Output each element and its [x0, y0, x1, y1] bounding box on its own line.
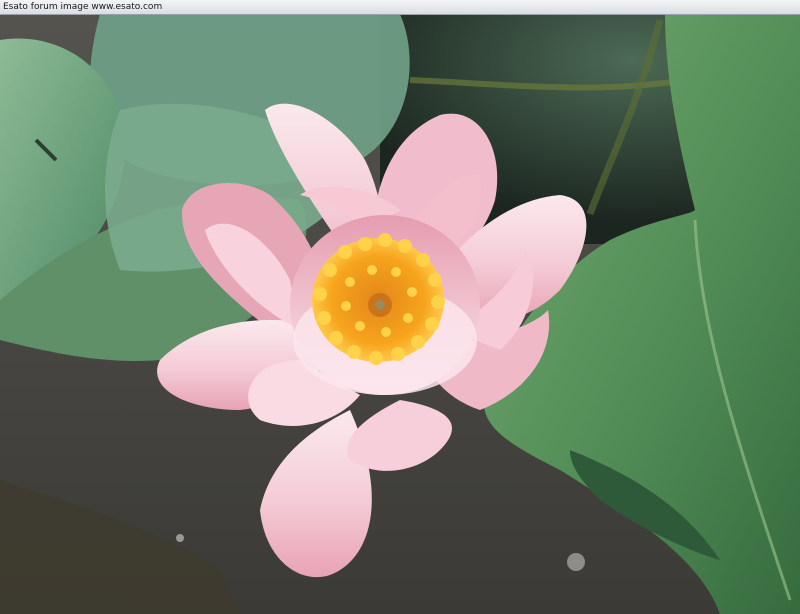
- image-frame: Esato forum image www.esato.com: [0, 0, 800, 614]
- pistil-center: [375, 300, 385, 310]
- pebble: [176, 534, 184, 542]
- pebble: [567, 553, 585, 571]
- water-lily-photo: [0, 0, 800, 614]
- watermark-banner: Esato forum image www.esato.com: [0, 0, 800, 15]
- watermark-text: Esato forum image www.esato.com: [3, 2, 163, 12]
